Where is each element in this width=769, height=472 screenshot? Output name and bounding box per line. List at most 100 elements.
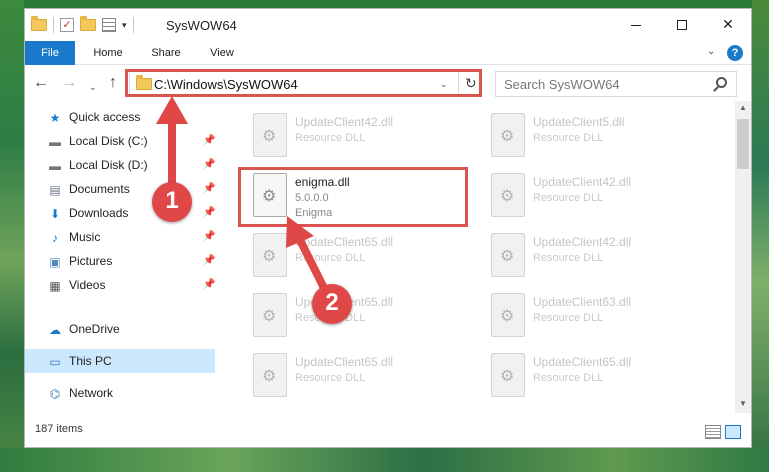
dll-file-icon bbox=[253, 353, 287, 397]
star-icon: ★ bbox=[49, 110, 61, 125]
sidebar-item-this-pc[interactable]: ▭ This PC bbox=[47, 349, 111, 373]
sidebar-item-label: Downloads bbox=[69, 206, 129, 220]
search-placeholder: Search SysWOW64 bbox=[504, 77, 620, 92]
drive-icon: ▬ bbox=[49, 158, 61, 173]
minimize-icon bbox=[631, 24, 641, 26]
file-list: UpdateClient42.dll Resource DLL UpdateCl… bbox=[221, 101, 735, 413]
help-icon[interactable]: ? bbox=[727, 45, 743, 61]
list-item[interactable]: UpdateClient42.dll Resource DLL bbox=[479, 169, 699, 225]
dll-file-icon bbox=[491, 293, 525, 337]
close-button[interactable]: ✕ bbox=[705, 9, 751, 39]
downloads-icon: ⬇ bbox=[49, 206, 61, 221]
toolbar-divider bbox=[53, 17, 54, 33]
minimize-button[interactable] bbox=[613, 9, 659, 39]
network-icon: ⌬ bbox=[49, 386, 61, 401]
quick-access-toolbar: ✓ ▾ bbox=[31, 16, 134, 33]
ribbon-tabs: File Home Share View ⌄ ? bbox=[25, 41, 751, 65]
item-count: 187 items bbox=[35, 423, 83, 435]
pin-icon[interactable]: 📌 bbox=[203, 273, 215, 297]
scroll-thumb[interactable] bbox=[737, 119, 749, 169]
scroll-down-icon[interactable]: ▼ bbox=[739, 399, 747, 408]
tab-home[interactable]: Home bbox=[83, 41, 133, 65]
list-item[interactable]: UpdateClient42.dll Resource DLL bbox=[241, 109, 461, 165]
pin-icon[interactable]: 📌 bbox=[203, 249, 215, 273]
enigma-dll-highlight bbox=[238, 167, 468, 227]
dll-file-icon bbox=[491, 233, 525, 277]
file-type: Resource DLL bbox=[533, 132, 604, 144]
sidebar-item-onedrive[interactable]: ☁ OneDrive bbox=[47, 317, 120, 341]
list-item[interactable]: UpdateClient65.dll Resource DLL bbox=[241, 349, 461, 405]
sidebar-item-label: Documents bbox=[69, 182, 130, 196]
new-folder-icon[interactable] bbox=[80, 16, 96, 31]
sidebar-item-local-disk-d[interactable]: ▬ Local Disk (D:) bbox=[47, 153, 148, 177]
pin-icon[interactable]: 📌 bbox=[203, 177, 215, 201]
navigation-pane: ★ Quick access ▬ Local Disk (C:) 📌 ▬ Local … bbox=[25, 101, 221, 413]
sidebar-item-music[interactable]: ♪ Music bbox=[47, 225, 100, 249]
forward-button[interactable]: → bbox=[61, 75, 77, 91]
sidebar-item-label: Pictures bbox=[69, 254, 113, 268]
tab-file[interactable]: File bbox=[25, 41, 75, 65]
file-name: UpdateClient42.dll bbox=[533, 235, 632, 249]
sidebar-item-network[interactable]: ⌬ Network bbox=[47, 381, 113, 405]
tab-share[interactable]: Share bbox=[141, 41, 191, 65]
list-item[interactable]: UpdateClient65.dll Resource DLL bbox=[241, 229, 461, 285]
title-bar: ✓ ▾ SysWOW64 ✕ bbox=[25, 9, 751, 41]
scroll-up-icon[interactable]: ▲ bbox=[739, 103, 747, 112]
list-item[interactable]: UpdateClient5.dll Resource DLL bbox=[479, 109, 699, 165]
music-icon: ♪ bbox=[52, 230, 58, 245]
list-item[interactable]: UpdateClient63.dll Resource DLL bbox=[479, 289, 699, 345]
sidebar-item-downloads[interactable]: ⬇ Downloads bbox=[47, 201, 128, 225]
properties-icon[interactable] bbox=[102, 18, 116, 32]
desktop-background-left bbox=[0, 0, 24, 472]
back-button[interactable]: ← bbox=[33, 75, 49, 91]
file-type: Resource DLL bbox=[533, 312, 604, 324]
pin-icon[interactable]: 📌 bbox=[203, 153, 215, 177]
sidebar-item-videos[interactable]: ▦ Videos bbox=[47, 273, 105, 297]
sidebar-item-label: Videos bbox=[69, 278, 106, 292]
pin-icon[interactable]: 📌 bbox=[203, 225, 215, 249]
step-1-badge: 1 bbox=[152, 182, 192, 222]
file-name: UpdateClient65.dll bbox=[295, 355, 394, 369]
sidebar-item-local-disk-c[interactable]: ▬ Local Disk (C:) bbox=[47, 129, 148, 153]
dll-file-icon bbox=[253, 233, 287, 277]
file-name: UpdateClient65.dll bbox=[295, 235, 394, 249]
list-item[interactable]: UpdateClient65.dll Resource DLL bbox=[479, 349, 699, 405]
videos-icon: ▦ bbox=[49, 278, 61, 293]
pin-icon[interactable]: 📌 bbox=[203, 129, 215, 153]
details-view-icon[interactable] bbox=[705, 425, 721, 439]
folder-icon[interactable] bbox=[31, 16, 47, 31]
sidebar-item-label: Quick access bbox=[69, 110, 141, 124]
dll-file-icon bbox=[491, 353, 525, 397]
status-bar: 187 items bbox=[25, 417, 751, 447]
maximize-button[interactable] bbox=[659, 9, 705, 39]
computer-icon: ▭ bbox=[49, 354, 61, 369]
file-name: UpdateClient5.dll bbox=[533, 115, 625, 129]
sidebar-item-pictures[interactable]: ▣ Pictures bbox=[47, 249, 112, 273]
tab-view[interactable]: View bbox=[197, 41, 247, 65]
pin-icon[interactable]: 📌 bbox=[203, 201, 215, 225]
sidebar-item-documents[interactable]: ▤ Documents bbox=[47, 177, 130, 201]
window-title: SysWOW64 bbox=[166, 18, 237, 33]
file-name: UpdateClient42.dll bbox=[295, 115, 394, 129]
file-type: Resource DLL bbox=[295, 132, 366, 144]
address-bar-highlight bbox=[125, 69, 482, 97]
file-type: Resource DLL bbox=[295, 372, 366, 384]
list-item[interactable]: UpdateClient42.dll Resource DLL bbox=[479, 229, 699, 285]
sidebar-item-label: OneDrive bbox=[69, 322, 120, 336]
documents-icon: ▤ bbox=[49, 182, 61, 197]
sidebar-item-quick-access[interactable]: ★ Quick access bbox=[47, 105, 141, 129]
large-icons-view-icon[interactable] bbox=[725, 425, 741, 439]
file-type: Resource DLL bbox=[295, 252, 366, 264]
step-2-badge: 2 bbox=[312, 284, 352, 324]
recent-locations-icon[interactable]: ⌄ bbox=[89, 79, 97, 95]
drive-icon: ▬ bbox=[49, 134, 61, 149]
search-icon bbox=[716, 77, 727, 88]
properties-check-icon[interactable]: ✓ bbox=[60, 18, 74, 32]
up-button[interactable]: ↑ bbox=[109, 75, 117, 91]
vertical-scrollbar[interactable]: ▲ ▼ bbox=[735, 101, 751, 413]
search-input[interactable]: Search SysWOW64 bbox=[495, 71, 737, 97]
customize-toolbar-icon[interactable]: ▾ bbox=[122, 20, 127, 31]
expand-ribbon-icon[interactable]: ⌄ bbox=[707, 46, 715, 57]
desktop-background-bottom bbox=[0, 448, 769, 472]
dll-file-icon bbox=[253, 113, 287, 157]
